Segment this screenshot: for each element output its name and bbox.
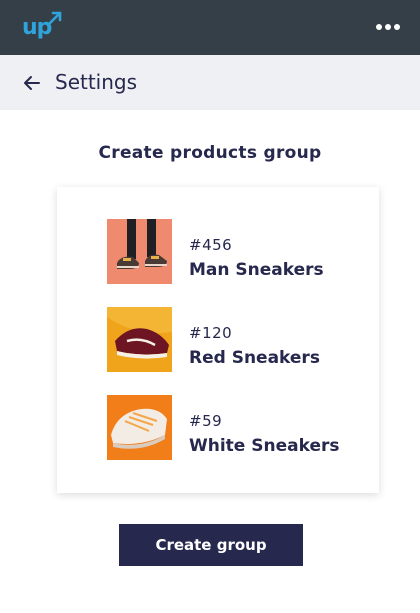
product-id: #59 — [189, 412, 223, 430]
product-thumbnail — [107, 219, 172, 284]
product-thumbnail — [107, 395, 172, 460]
arrow-left-icon[interactable] — [22, 73, 42, 93]
page-title: Settings — [55, 70, 138, 94]
products-card: #456 Man Sneakers #120 Red Sneakers #59 — [57, 187, 379, 493]
top-bar: up — [0, 0, 420, 55]
section-title: Create products group — [98, 143, 322, 163]
product-item[interactable]: #456 Man Sneakers — [107, 219, 367, 285]
product-item[interactable]: #59 White Sneakers — [107, 395, 367, 461]
product-name: Man Sneakers — [189, 260, 324, 280]
product-name: White Sneakers — [189, 436, 340, 456]
settings-header: Settings — [0, 55, 420, 110]
product-id: #456 — [189, 236, 233, 254]
product-item[interactable]: #120 Red Sneakers — [107, 307, 367, 373]
product-id: #120 — [189, 324, 233, 342]
more-horizontal-icon[interactable] — [376, 22, 400, 32]
product-name: Red Sneakers — [189, 348, 320, 368]
create-group-button[interactable]: Create group — [119, 524, 303, 566]
product-thumbnail — [107, 307, 172, 372]
logo-arrow-icon — [47, 11, 62, 26]
app-logo[interactable]: up — [22, 11, 66, 44]
